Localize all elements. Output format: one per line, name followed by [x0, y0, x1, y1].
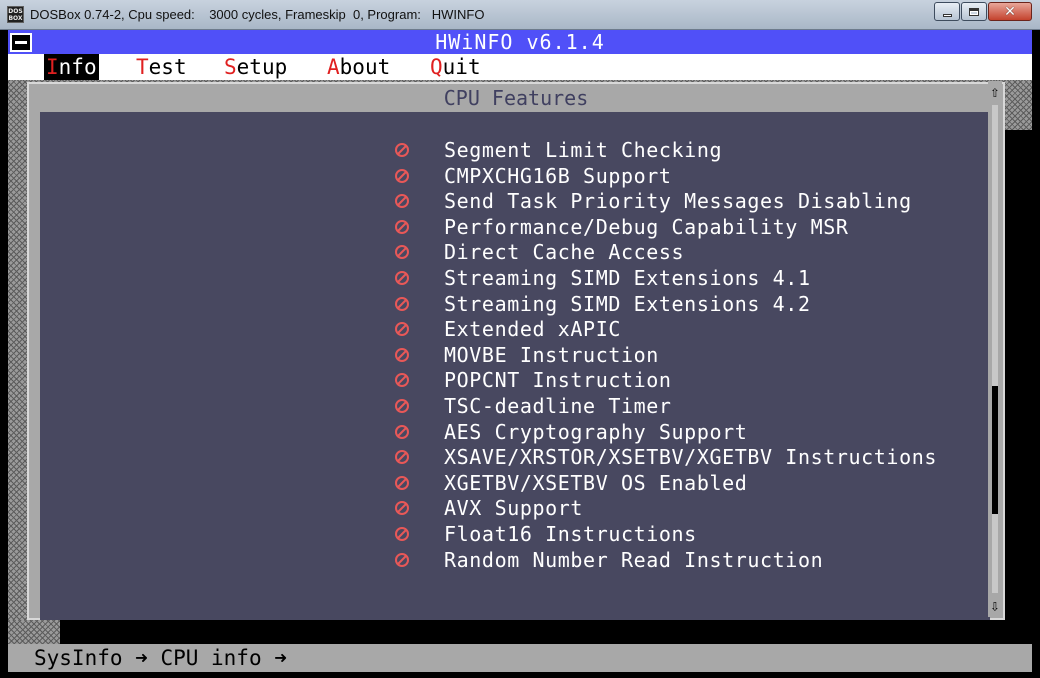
feature-label: AVX Support: [444, 496, 584, 521]
feature-row[interactable]: Segment Limit Checking: [40, 138, 990, 164]
feature-row[interactable]: MOVBE Instruction: [40, 343, 990, 369]
close-button[interactable]: ✕: [988, 2, 1032, 21]
menu-label-rest: etup: [236, 55, 288, 79]
feature-row[interactable]: XSAVE/XRSTOR/XSETBV/XGETBV Instructions: [40, 445, 990, 471]
breadcrumb-item: CPU info: [160, 646, 262, 670]
unsupported-icon: [395, 398, 409, 413]
cpu-features-dialog: CPU Features Segment Limit Checking CMPXC…: [27, 82, 1005, 620]
feature-label: AES Cryptography Support: [444, 419, 748, 444]
feature-row[interactable]: CMPXCHG16B Support: [40, 164, 990, 190]
feature-label: TSC-deadline Timer: [444, 393, 672, 418]
feature-row[interactable]: AES Cryptography Support: [40, 420, 990, 446]
feature-label: Extended xAPIC: [444, 317, 621, 342]
feature-row[interactable]: Performance/Debug Capability MSR: [40, 215, 990, 241]
minimize-icon: [942, 13, 952, 17]
menubar: Info Test Setup About Quit: [8, 54, 1032, 80]
unsupported-icon: [395, 552, 409, 567]
feature-label: Float16 Instructions: [444, 521, 697, 546]
minimize-button[interactable]: [934, 2, 960, 21]
dialog-title: CPU Features: [443, 86, 589, 110]
feature-label: Send Task Priority Messages Disabling: [444, 189, 912, 214]
unsupported-icon: [395, 501, 409, 516]
unsupported-icon: [395, 424, 409, 439]
feature-row[interactable]: XGETBV/XSETBV OS Enabled: [40, 471, 990, 497]
feature-label: POPCNT Instruction: [444, 368, 672, 393]
menu-label-rest: uit: [442, 55, 481, 79]
menu-item-setup[interactable]: Setup: [222, 54, 289, 80]
unsupported-icon: [395, 450, 409, 465]
menu-item-test[interactable]: Test: [134, 54, 189, 80]
scroll-down-arrow-icon[interactable]: ⇩: [988, 595, 1002, 617]
feature-label: Random Number Read Instruction: [444, 547, 824, 572]
unsupported-icon: [395, 322, 409, 337]
system-menu-button[interactable]: [10, 33, 32, 52]
unsupported-icon: [395, 347, 409, 362]
menu-label-rest: nfo: [58, 55, 97, 79]
menu-hotkey: S: [224, 55, 237, 79]
maximize-button[interactable]: [961, 2, 987, 21]
menu-hotkey: Q: [430, 55, 443, 79]
feature-row[interactable]: AVX Support: [40, 496, 990, 522]
feature-row[interactable]: Extended xAPIC: [40, 317, 990, 343]
feature-row[interactable]: Streaming SIMD Extensions 4.2: [40, 292, 990, 318]
feature-row[interactable]: POPCNT Instruction: [40, 368, 990, 394]
status-bar: SysInfo ➜ CPU info ➜: [8, 644, 1032, 672]
dos-screen[interactable]: HWiNFO v6.1.4 Info Test Setup About Quit CPU…: [8, 30, 1032, 672]
unsupported-icon: [395, 219, 409, 234]
unsupported-icon: [395, 475, 409, 490]
feature-label: Streaming SIMD Extensions 4.1: [444, 265, 811, 290]
feature-label: XSAVE/XRSTOR/XSETBV/XGETBV Instructions: [444, 445, 937, 470]
menu-label-rest: est: [148, 55, 187, 79]
scroll-thumb[interactable]: [992, 385, 998, 514]
unsupported-icon: [395, 270, 409, 285]
unsupported-icon: [395, 373, 409, 388]
feature-label: MOVBE Instruction: [444, 342, 659, 367]
unsupported-icon: [395, 296, 409, 311]
feature-row[interactable]: Streaming SIMD Extensions 4.1: [40, 266, 990, 292]
breadcrumb-arrow-icon: ➜: [261, 646, 300, 670]
menu-item-info[interactable]: Info: [44, 54, 99, 80]
feature-label: Segment Limit Checking: [444, 138, 723, 162]
unsupported-icon: [395, 194, 409, 209]
unsupported-icon: [395, 245, 409, 260]
dosbox-app-icon: DOS BOX: [7, 6, 24, 23]
feature-label: Direct Cache Access: [444, 240, 685, 265]
unsupported-icon: [395, 526, 409, 541]
menu-hotkey: A: [327, 55, 340, 79]
feature-row[interactable]: Send Task Priority Messages Disabling: [40, 189, 990, 215]
feature-label: CMPXCHG16B Support: [444, 163, 672, 188]
dialog-body: Segment Limit Checking CMPXCHG16B Support…: [40, 112, 990, 620]
breadcrumb-arrow-icon: ➜: [122, 646, 161, 670]
scroll-track[interactable]: [992, 105, 998, 593]
breadcrumb-item: SysInfo: [34, 646, 123, 670]
menu-label-rest: bout: [339, 55, 391, 79]
dialog-shadow-right: [1005, 130, 1032, 620]
feature-row[interactable]: Random Number Read Instruction: [40, 548, 990, 574]
dosbox-icon-text: DOS BOX: [8, 8, 23, 22]
scroll-up-arrow-icon[interactable]: ⇧: [988, 81, 1002, 103]
feature-row[interactable]: Direct Cache Access: [40, 240, 990, 266]
window-title: DOSBox 0.74-2, Cpu speed: 3000 cycles, F…: [30, 7, 485, 22]
window-titlebar[interactable]: DOS BOX DOSBox 0.74-2, Cpu speed: 3000 c…: [0, 0, 1040, 30]
window-controls: ✕: [933, 2, 1032, 21]
feature-label: Performance/Debug Capability MSR: [444, 214, 849, 239]
unsupported-icon: [395, 168, 409, 183]
close-icon: ✕: [1004, 3, 1016, 20]
unsupported-icon: [395, 143, 409, 157]
feature-row[interactable]: Float16 Instructions: [40, 522, 990, 548]
vertical-scrollbar[interactable]: ⇧ ⇩: [988, 81, 1002, 617]
feature-list: Segment Limit Checking CMPXCHG16B Support…: [40, 138, 990, 573]
feature-row[interactable]: TSC-deadline Timer: [40, 394, 990, 420]
menu-item-about[interactable]: About: [325, 54, 392, 80]
desktop-background-strip: [8, 620, 60, 644]
app-header: HWiNFO v6.1.4: [8, 30, 1032, 54]
app-title: HWiNFO v6.1.4: [435, 30, 605, 54]
feature-label: Streaming SIMD Extensions 4.2: [444, 291, 811, 316]
menu-hotkey: I: [46, 55, 59, 79]
menu-hotkey: T: [136, 55, 149, 79]
maximize-icon: [969, 7, 979, 16]
feature-label: XGETBV/XSETBV OS Enabled: [444, 470, 748, 495]
menu-item-quit[interactable]: Quit: [428, 54, 483, 80]
dialog-shadow-bottom: [8, 620, 1032, 644]
